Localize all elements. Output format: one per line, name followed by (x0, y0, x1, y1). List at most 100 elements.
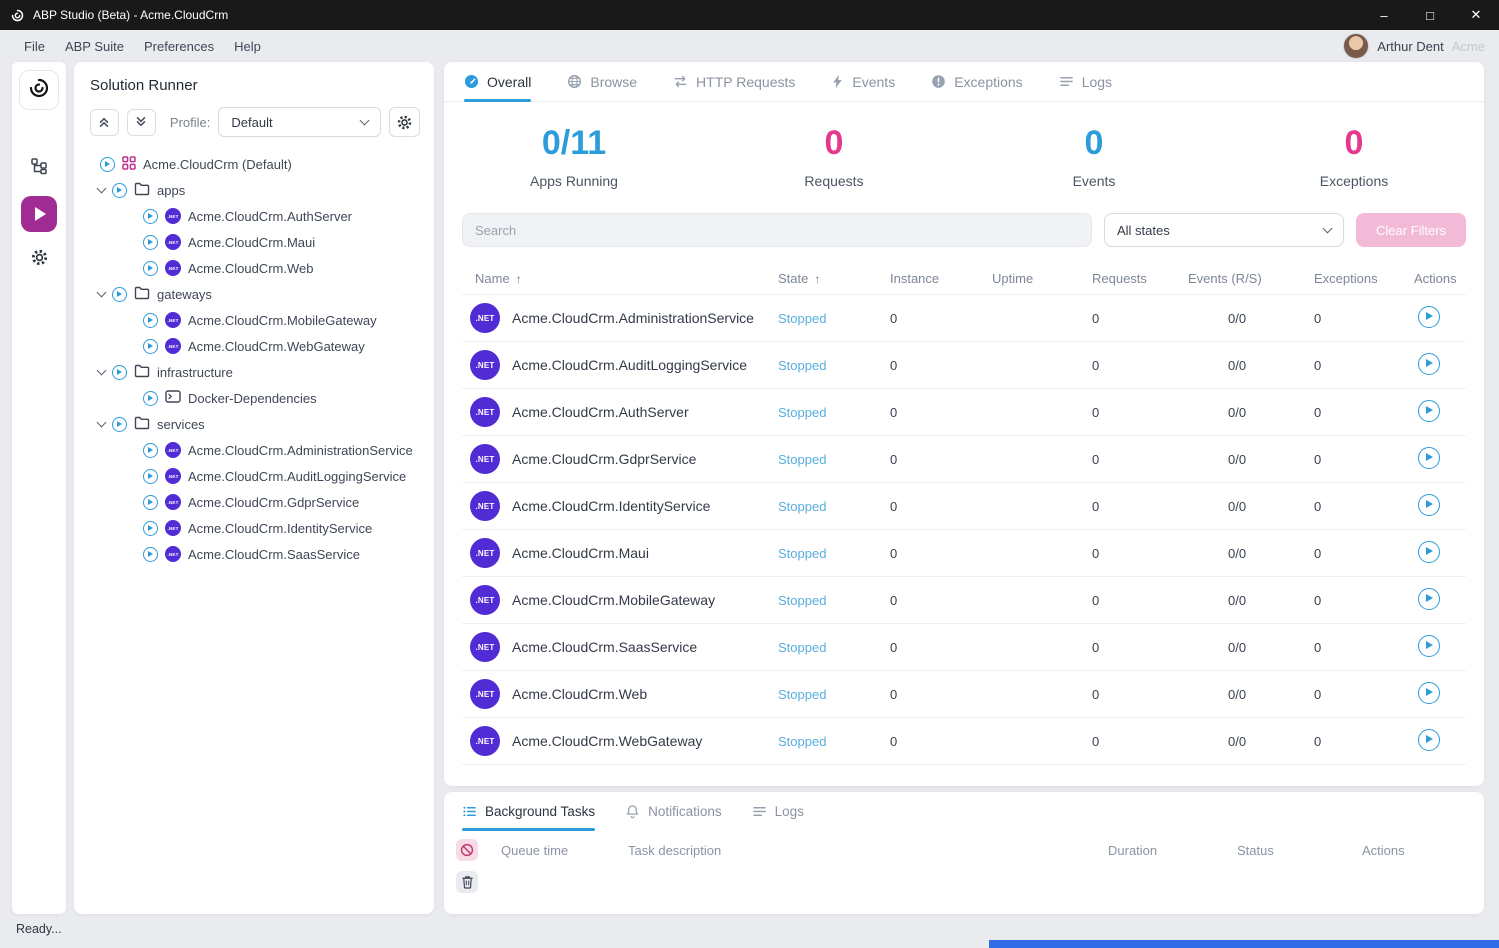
header-name[interactable]: Name↑ (462, 271, 774, 286)
play-circle-icon[interactable] (112, 365, 127, 380)
tab-http-requests[interactable]: HTTP Requests (673, 62, 795, 101)
start-app-button[interactable] (1418, 682, 1440, 704)
tree-item-label: Acme.CloudCrm.Maui (188, 235, 315, 250)
profile-settings-button[interactable] (389, 107, 420, 137)
table-row[interactable]: .NETAcme.CloudCrm.Web Stopped 0 0 0/0 0 (462, 671, 1466, 718)
tree-group-infrastructure[interactable]: infrastructure (74, 359, 434, 385)
tree-item-web[interactable]: .NET Acme.CloudCrm.Web (74, 255, 434, 281)
tasks-header-row: Queue time Task description Duration Sta… (444, 835, 1484, 865)
tree-item-auditloggingservice[interactable]: .NET Acme.CloudCrm.AuditLoggingService (74, 463, 434, 489)
play-circle-icon[interactable] (143, 495, 158, 510)
abp-studio-logo-button[interactable] (19, 70, 59, 110)
start-app-button[interactable] (1418, 494, 1440, 516)
tab-logs[interactable]: Logs (1059, 62, 1112, 101)
tab-background-tasks[interactable]: Background Tasks (462, 792, 595, 830)
start-app-button[interactable] (1418, 541, 1440, 563)
tree-item-saasservice[interactable]: .NET Acme.CloudCrm.SaasService (74, 541, 434, 567)
chevron-down-icon[interactable] (97, 183, 107, 193)
tab-browse[interactable]: Browse (567, 62, 637, 101)
tree-item-gdprservice[interactable]: .NET Acme.CloudCrm.GdprService (74, 489, 434, 515)
clear-tasks-button[interactable] (456, 871, 478, 893)
maximize-button[interactable]: □ (1407, 0, 1453, 30)
search-input[interactable] (462, 213, 1092, 247)
expand-all-button[interactable] (127, 109, 156, 136)
table-row[interactable]: .NETAcme.CloudCrm.GdprService Stopped 0 … (462, 436, 1466, 483)
stat-label: Apps Running (444, 173, 704, 189)
header-exceptions[interactable]: Exceptions (1310, 271, 1410, 286)
tree-item-authserver[interactable]: .NET Acme.CloudCrm.AuthServer (74, 203, 434, 229)
table-row[interactable]: .NETAcme.CloudCrm.Maui Stopped 0 0 0/0 0 (462, 530, 1466, 577)
tab-bottom-logs[interactable]: Logs (752, 792, 804, 830)
header-uptime[interactable]: Uptime (988, 271, 1088, 286)
avatar[interactable] (1343, 33, 1369, 59)
app-name: Acme.CloudCrm.AdministrationService (512, 310, 754, 326)
play-circle-icon[interactable] (143, 443, 158, 458)
profile-select[interactable]: Default (218, 107, 381, 137)
tree-item-webgateway[interactable]: .NET Acme.CloudCrm.WebGateway (74, 333, 434, 359)
play-circle-icon[interactable] (143, 209, 158, 224)
state-filter-select[interactable]: All states (1104, 213, 1344, 247)
close-button[interactable]: ✕ (1453, 0, 1499, 30)
menu-abp-suite[interactable]: ABP Suite (55, 35, 134, 58)
start-app-button[interactable] (1418, 306, 1440, 328)
header-instance[interactable]: Instance (886, 271, 988, 286)
play-circle-icon[interactable] (143, 313, 158, 328)
chevron-down-icon[interactable] (97, 417, 107, 427)
tree-item-mobilegateway[interactable]: .NET Acme.CloudCrm.MobileGateway (74, 307, 434, 333)
play-circle-icon[interactable] (143, 235, 158, 250)
play-circle-icon[interactable] (143, 339, 158, 354)
minimize-button[interactable]: – (1361, 0, 1407, 30)
tree-item-administrationservice[interactable]: .NET Acme.CloudCrm.AdministrationService (74, 437, 434, 463)
menu-preferences[interactable]: Preferences (134, 35, 224, 58)
play-circle-icon[interactable] (143, 521, 158, 536)
play-circle-icon[interactable] (100, 157, 115, 172)
start-app-button[interactable] (1418, 447, 1440, 469)
tree-group-gateways[interactable]: gateways (74, 281, 434, 307)
table-row[interactable]: .NETAcme.CloudCrm.IdentityService Stoppe… (462, 483, 1466, 530)
settings-button[interactable] (21, 242, 57, 278)
start-app-button[interactable] (1418, 635, 1440, 657)
table-row[interactable]: .NETAcme.CloudCrm.AdministrationService … (462, 295, 1466, 342)
tab-exceptions[interactable]: Exceptions (931, 62, 1022, 101)
play-circle-icon[interactable] (112, 287, 127, 302)
table-row[interactable]: .NETAcme.CloudCrm.SaasService Stopped 0 … (462, 624, 1466, 671)
swap-arrows-icon (673, 74, 688, 89)
tab-label: HTTP Requests (696, 74, 795, 90)
play-circle-icon[interactable] (143, 391, 158, 406)
table-row[interactable]: .NETAcme.CloudCrm.MobileGateway Stopped … (462, 577, 1466, 624)
tab-events[interactable]: Events (831, 62, 895, 101)
header-requests[interactable]: Requests (1088, 271, 1184, 286)
play-circle-icon[interactable] (143, 261, 158, 276)
collapse-all-button[interactable] (90, 109, 119, 136)
tree-item-docker-dependencies[interactable]: Docker-Dependencies (74, 385, 434, 411)
clear-filters-button[interactable]: Clear Filters (1356, 213, 1466, 247)
start-app-button[interactable] (1418, 400, 1440, 422)
tree-item-identityservice[interactable]: .NET Acme.CloudCrm.IdentityService (74, 515, 434, 541)
chevron-down-icon[interactable] (97, 287, 107, 297)
tab-notifications[interactable]: Notifications (625, 792, 722, 830)
start-app-button[interactable] (1418, 588, 1440, 610)
tab-overall[interactable]: Overall (464, 62, 531, 101)
play-circle-icon[interactable] (143, 547, 158, 562)
start-app-button[interactable] (1418, 729, 1440, 751)
play-circle-icon[interactable] (143, 469, 158, 484)
table-row[interactable]: .NETAcme.CloudCrm.AuthServer Stopped 0 0… (462, 389, 1466, 436)
tree-item-maui[interactable]: .NET Acme.CloudCrm.Maui (74, 229, 434, 255)
chevron-down-icon[interactable] (97, 365, 107, 375)
table-row[interactable]: .NETAcme.CloudCrm.WebGateway Stopped 0 0… (462, 718, 1466, 765)
solution-explorer-button[interactable] (21, 150, 57, 186)
app-name: Acme.CloudCrm.WebGateway (512, 733, 702, 749)
menu-file[interactable]: File (14, 35, 55, 58)
cancel-tasks-button[interactable] (456, 839, 478, 861)
tree-group-services[interactable]: services (74, 411, 434, 437)
header-state[interactable]: State↑ (774, 271, 886, 286)
tree-item-solution-root[interactable]: Acme.CloudCrm (Default) (74, 151, 434, 177)
table-row[interactable]: .NETAcme.CloudCrm.AuditLoggingService St… (462, 342, 1466, 389)
header-events[interactable]: Events (R/S) (1184, 271, 1310, 286)
play-circle-icon[interactable] (112, 183, 127, 198)
menu-help[interactable]: Help (224, 35, 271, 58)
play-circle-icon[interactable] (112, 417, 127, 432)
start-app-button[interactable] (1418, 353, 1440, 375)
tree-group-apps[interactable]: apps (74, 177, 434, 203)
solution-runner-button[interactable] (21, 196, 57, 232)
